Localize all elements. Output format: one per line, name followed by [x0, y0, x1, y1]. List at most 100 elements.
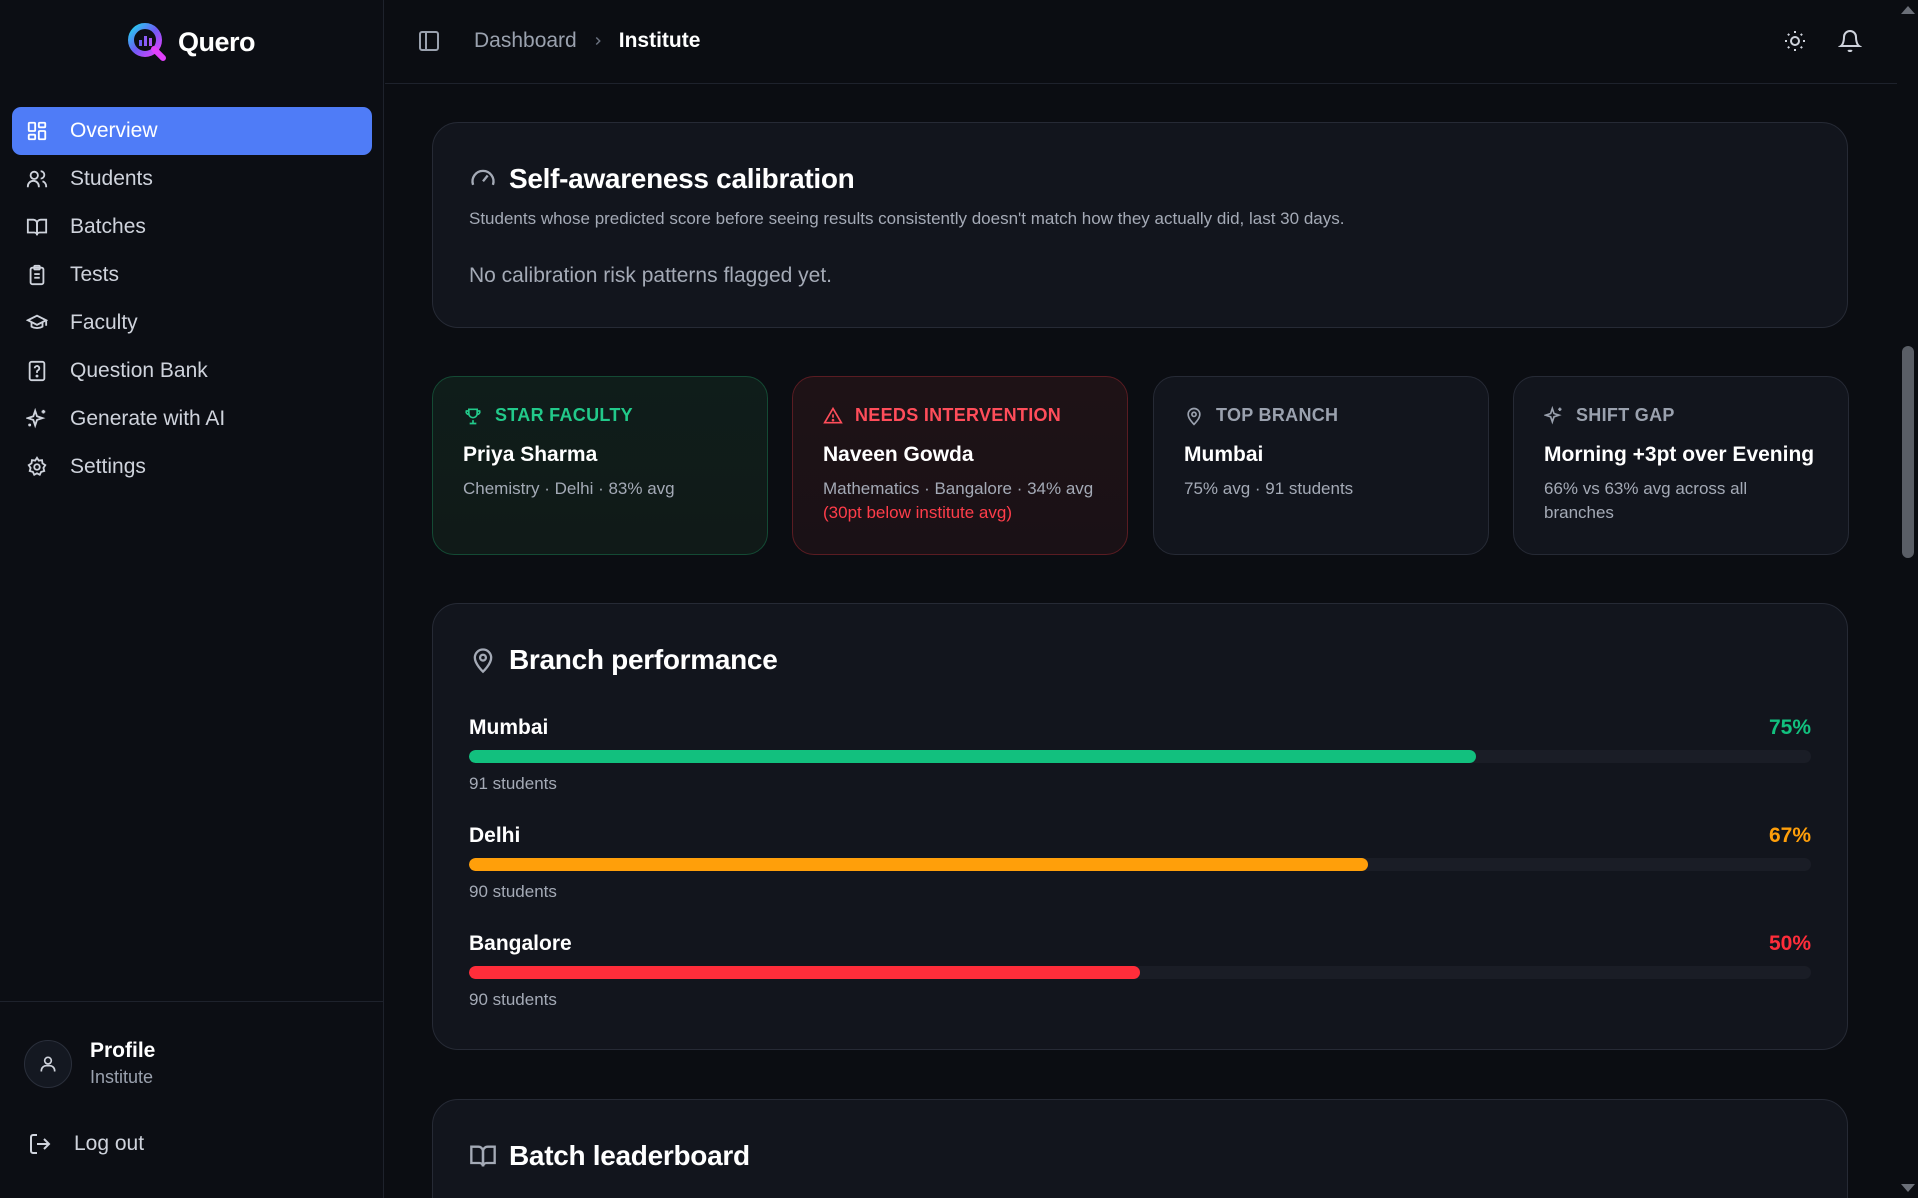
map-pin-icon	[1184, 406, 1204, 426]
branch-bar-track	[469, 858, 1811, 871]
stat-subtext: 66% vs 63% avg across all branches	[1544, 479, 1748, 522]
branch-bar-fill	[469, 750, 1476, 763]
sparkles-icon	[26, 408, 48, 430]
stat-subtext: Mathematics · Bangalore · 34% avg	[823, 479, 1094, 498]
stat-subtext: 75% avg · 91 students	[1184, 479, 1354, 498]
scroll-down-arrow[interactable]	[1901, 1184, 1915, 1192]
brand[interactable]: Quero	[126, 20, 256, 64]
stat-value: Morning +3pt over Evening	[1544, 443, 1815, 466]
brand-name: Quero	[178, 26, 256, 57]
sparkles-icon	[1544, 405, 1564, 426]
stat-label: SHIFT GAP	[1576, 405, 1675, 425]
breadcrumb-current: Institute	[618, 29, 701, 52]
batch-leaderboard-title: Batch leaderboard	[509, 1140, 750, 1171]
sidebar-item-label: Students	[70, 167, 153, 190]
branch-student-count: 90 students	[469, 990, 557, 1009]
sidebar-item-faculty[interactable]: Faculty	[12, 299, 372, 347]
map-pin-icon	[469, 646, 497, 674]
branch-student-count: 91 students	[469, 774, 557, 793]
branch-bar-fill	[469, 858, 1369, 871]
star-faculty-card[interactable]: STAR FACULTY Priya Sharma Chemistry · De…	[432, 376, 768, 555]
sidebar-toggle-icon[interactable]	[417, 29, 441, 53]
alert-triangle-icon	[823, 406, 843, 426]
avatar	[24, 1039, 72, 1088]
branch-name: Delhi	[469, 824, 521, 847]
sidebar: Quero Overview Students Batches Tests Fa…	[0, 0, 384, 1198]
sidebar-item-overview[interactable]: Overview	[12, 107, 372, 155]
sidebar-item-label: Settings	[70, 455, 146, 478]
book-open-icon	[469, 1142, 497, 1170]
sidebar-item-label: Batches	[70, 215, 146, 238]
sidebar-item-students[interactable]: Students	[12, 155, 372, 203]
stat-subtext-wrap: Mathematics · Bangalore · 34% avg (30pt …	[823, 477, 1097, 525]
branch-performance-card: Branch performance Mumbai 75% 91 student…	[432, 603, 1848, 1050]
scrollbar-track[interactable]	[1897, 0, 1918, 1198]
stat-value: Mumbai	[1184, 443, 1264, 466]
batch-leaderboard-card: Batch leaderboard	[432, 1099, 1848, 1198]
sidebar-item-question-bank[interactable]: Question Bank	[12, 347, 372, 395]
chevron-right-icon	[591, 34, 605, 48]
graduation-cap-icon	[26, 312, 48, 334]
branch-row[interactable]: Delhi 67% 90 students	[469, 824, 1811, 901]
scrollbar-thumb[interactable]	[1902, 346, 1914, 558]
branch-row[interactable]: Bangalore 50% 90 students	[469, 932, 1811, 1009]
sidebar-divider	[0, 1001, 384, 1002]
sidebar-item-label: Overview	[70, 119, 158, 142]
branch-name: Bangalore	[469, 932, 572, 955]
file-question-icon	[26, 360, 48, 382]
needs-intervention-card[interactable]: NEEDS INTERVENTION Naveen Gowda Mathemat…	[792, 376, 1128, 555]
calibration-card: Self-awareness calibration Students whos…	[432, 122, 1848, 328]
layout-grid-icon	[26, 120, 48, 142]
profile-role: Institute	[90, 1067, 154, 1087]
sidebar-item-label: Question Bank	[70, 359, 208, 382]
branch-bar-track	[469, 750, 1811, 763]
branch-percent: 75%	[1768, 716, 1811, 739]
shift-gap-card[interactable]: SHIFT GAP Morning +3pt over Evening 66% …	[1513, 376, 1849, 555]
branch-student-count: 90 students	[469, 882, 557, 901]
branch-name: Mumbai	[469, 716, 549, 739]
breadcrumb: Dashboard Institute	[474, 29, 700, 53]
log-out-icon	[28, 1132, 52, 1156]
sidebar-item-generate-with-ai[interactable]: Generate with AI	[12, 395, 372, 443]
calibration-empty-state: No calibration risk patterns flagged yet…	[469, 264, 833, 287]
scroll-up-arrow[interactable]	[1901, 6, 1915, 14]
gear-icon	[26, 456, 48, 478]
gauge-icon	[469, 165, 497, 193]
sidebar-item-label: Generate with AI	[70, 407, 226, 430]
user-icon	[38, 1054, 58, 1074]
calibration-title: Self-awareness calibration	[509, 163, 855, 194]
top-branch-card[interactable]: TOP BRANCH Mumbai 75% avg · 91 students	[1153, 376, 1489, 555]
branch-row[interactable]: Mumbai 75% 91 students	[469, 716, 1811, 793]
branch-performance-title: Branch performance	[509, 644, 778, 675]
logout-label: Log out	[74, 1132, 145, 1155]
calibration-description: Students whose predicted score before se…	[469, 209, 1345, 228]
theme-toggle-sun-icon[interactable]	[1783, 29, 1807, 53]
stat-subtext: Chemistry · Delhi · 83% avg	[463, 479, 675, 498]
profile-menu[interactable]: Profile Institute	[24, 1039, 155, 1088]
users-icon	[26, 168, 48, 190]
sidebar-item-label: Faculty	[70, 311, 138, 334]
sidebar-item-settings[interactable]: Settings	[12, 443, 372, 491]
sidebar-item-label: Tests	[70, 263, 120, 286]
clipboard-icon	[26, 264, 48, 286]
sidebar-nav: Overview Students Batches Tests Faculty	[12, 107, 372, 491]
trophy-icon	[463, 406, 483, 426]
branch-percent: 50%	[1768, 932, 1811, 955]
book-open-icon	[26, 216, 48, 238]
top-header: Dashboard Institute	[385, 0, 1897, 84]
branch-bar-track	[469, 966, 1811, 979]
stat-value: Priya Sharma	[463, 443, 598, 466]
quero-logo-icon	[126, 21, 168, 63]
bell-icon[interactable]	[1838, 29, 1862, 53]
breadcrumb-dashboard-link[interactable]: Dashboard	[474, 29, 577, 53]
stat-subtext-highlight: (30pt below institute avg)	[823, 503, 1012, 522]
stat-value: Naveen Gowda	[823, 443, 974, 466]
stat-label: TOP BRANCH	[1216, 405, 1339, 425]
profile-name: Profile	[90, 1039, 156, 1062]
stat-label: NEEDS INTERVENTION	[855, 405, 1062, 425]
sidebar-item-batches[interactable]: Batches	[12, 203, 372, 251]
branch-percent: 67%	[1768, 824, 1811, 847]
sidebar-item-tests[interactable]: Tests	[12, 251, 372, 299]
stat-label: STAR FACULTY	[495, 405, 633, 425]
logout-button[interactable]: Log out	[28, 1132, 144, 1156]
